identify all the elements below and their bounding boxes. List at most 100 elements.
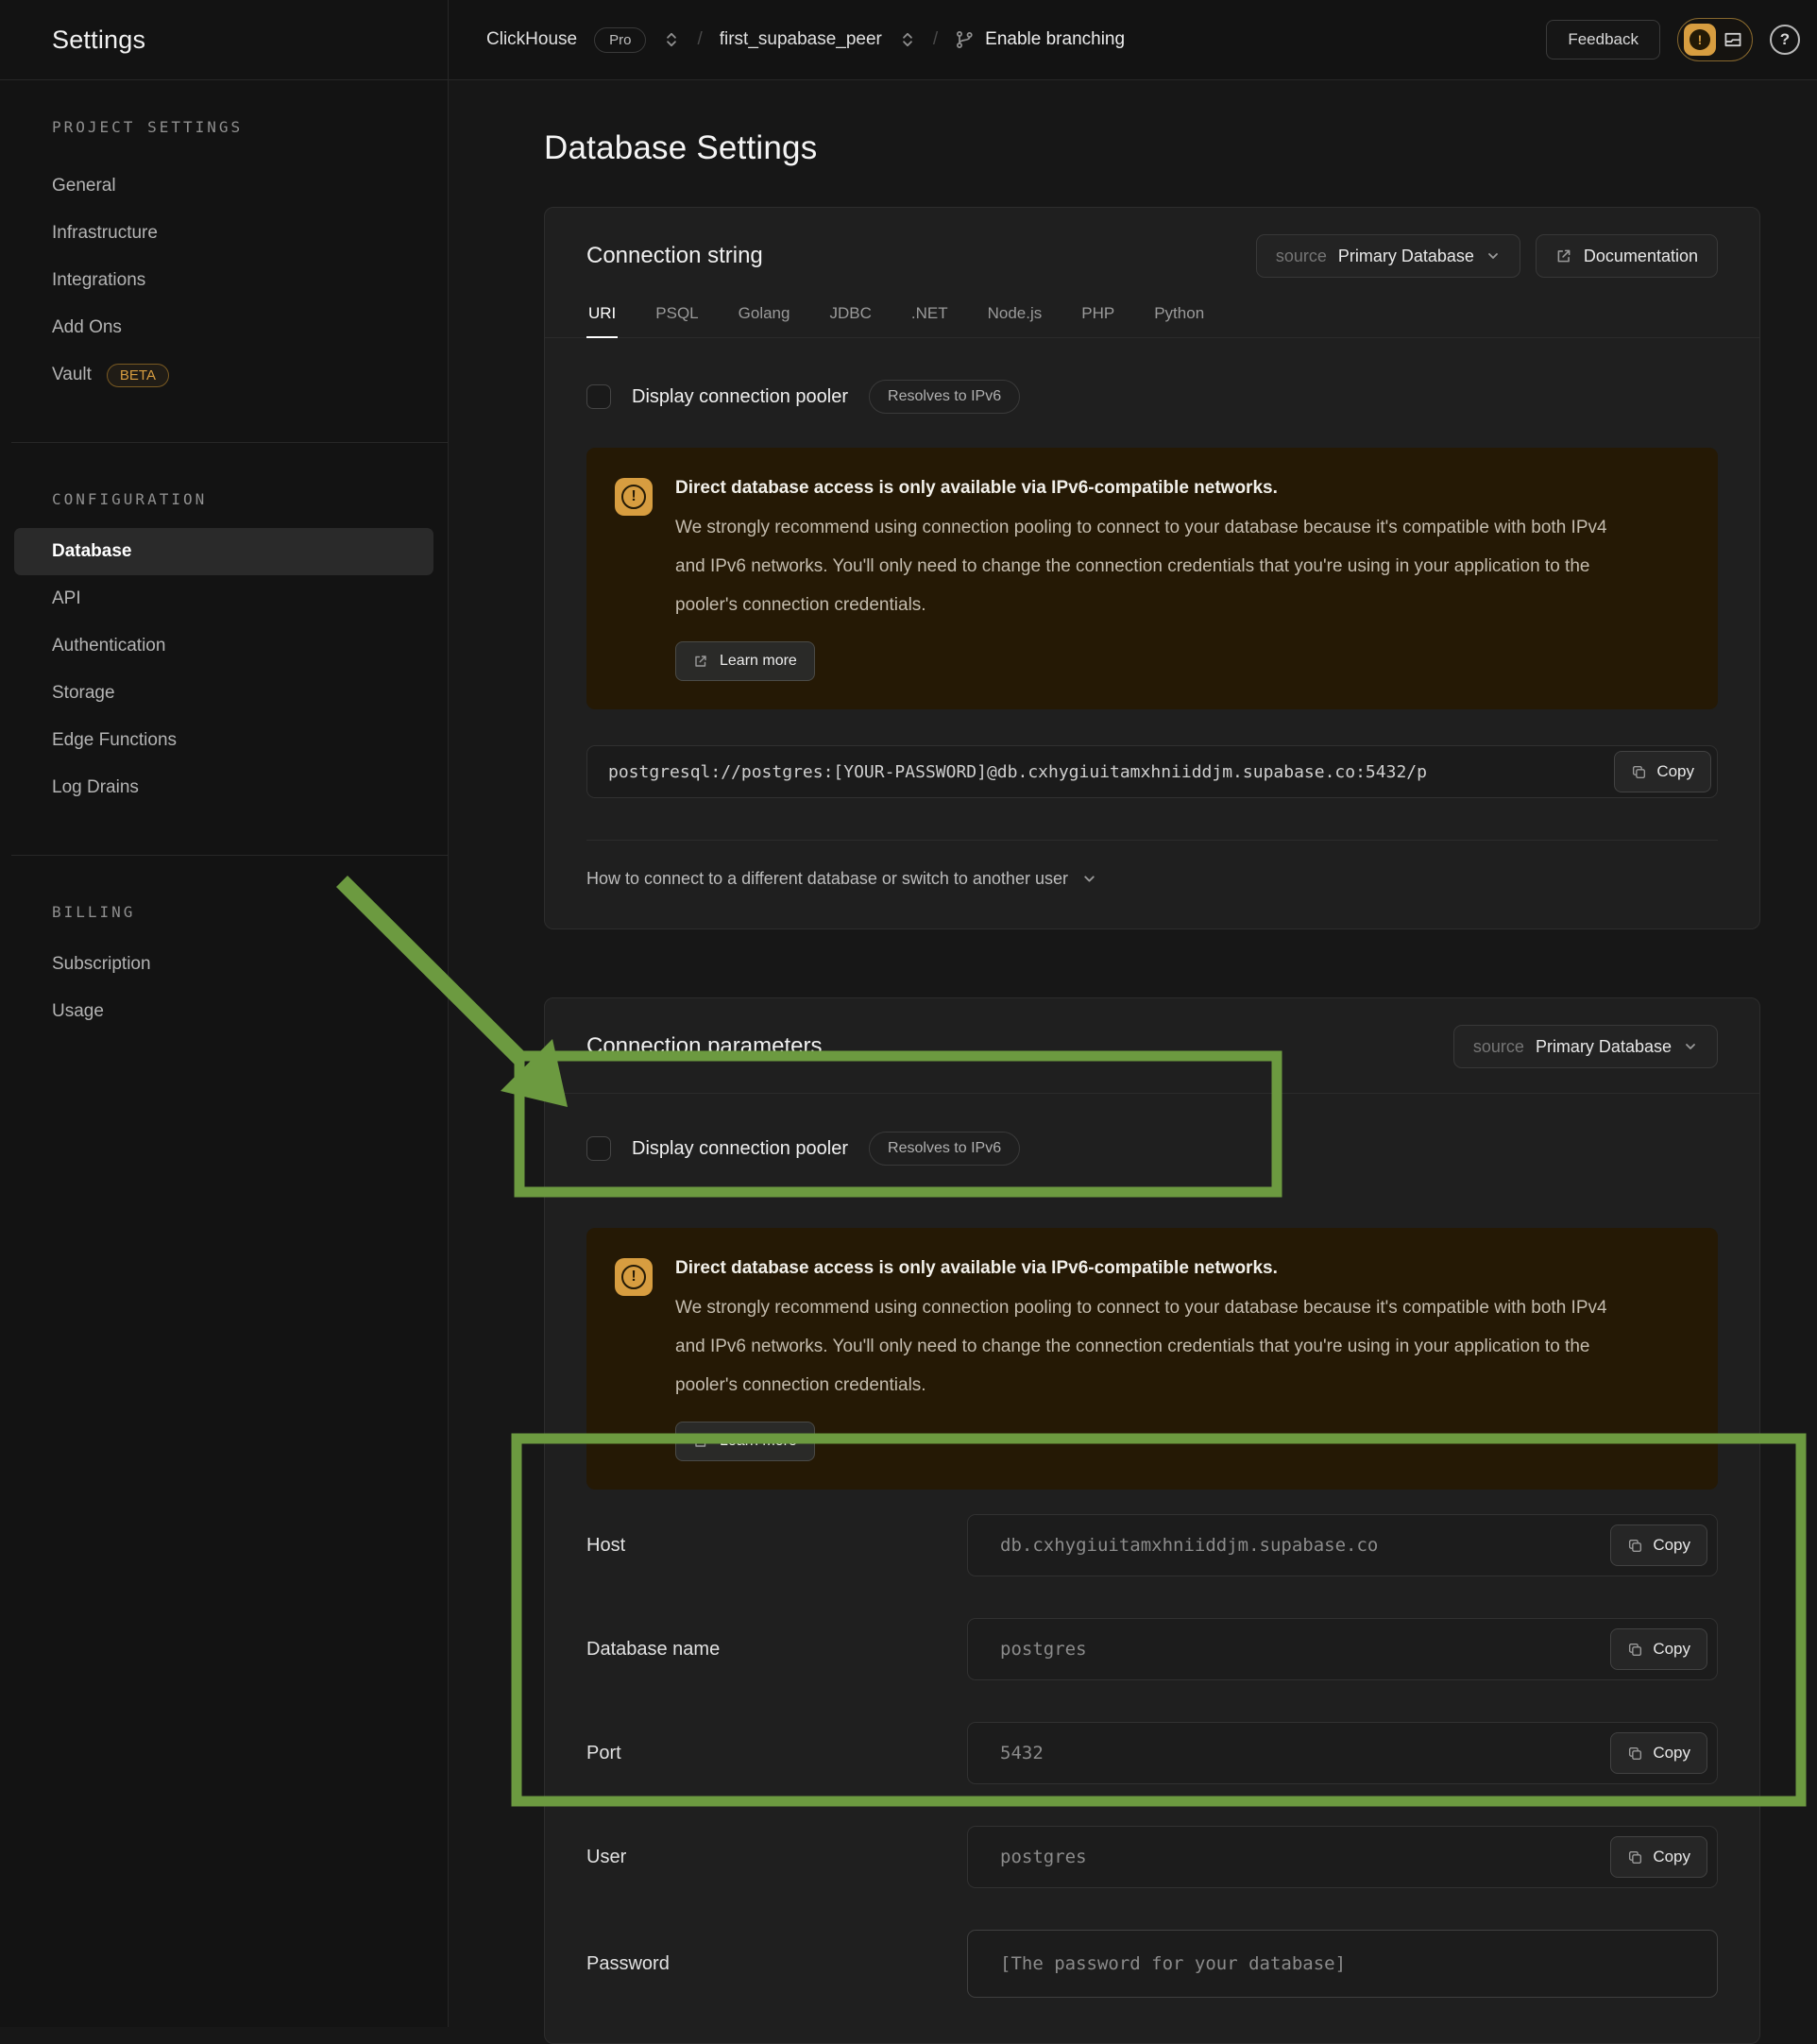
copy-icon <box>1627 1746 1643 1762</box>
alert-icon: ! <box>1684 24 1716 56</box>
connection-uri-value: postgresql://postgres:[YOUR-PASSWORD]@db… <box>608 762 1614 782</box>
database-name-label: Database name <box>586 1639 967 1661</box>
tab-nodejs[interactable]: Node.js <box>986 298 1044 337</box>
source-select-value-2: Primary Database <box>1536 1037 1672 1057</box>
port-label: Port <box>586 1743 967 1764</box>
copy-database-name-button[interactable]: Copy <box>1610 1628 1707 1670</box>
chevron-down-icon[interactable] <box>1081 871 1097 887</box>
sidebar-item-database[interactable]: Database <box>14 528 433 575</box>
sidebar-item-api[interactable]: API <box>14 575 433 622</box>
port-row: Port 5432 Copy <box>586 1722 1718 1784</box>
top-bar: Settings ClickHouse Pro / first_supabase… <box>0 0 1817 80</box>
source-select[interactable]: source Primary Database <box>1256 234 1520 278</box>
section-project-settings: PROJECT SETTINGS <box>0 118 448 136</box>
project-switcher-icon[interactable] <box>899 31 916 48</box>
warning-body: We strongly recommend using connection p… <box>675 508 1629 624</box>
connection-string-card: Connection string source Primary Databas… <box>544 207 1760 929</box>
warning-title-2: Direct database access is only available… <box>675 1254 1629 1283</box>
warning-title: Direct database access is only available… <box>675 474 1629 502</box>
copy-host-button[interactable]: Copy <box>1610 1524 1707 1566</box>
header-actions: Feedback ! ? <box>1546 18 1817 61</box>
sidebar-item-usage[interactable]: Usage <box>14 988 433 1035</box>
tab-uri[interactable]: URI <box>586 298 618 337</box>
sidebar-divider-2 <box>11 855 448 856</box>
beta-badge: BETA <box>107 364 169 387</box>
tab-golang[interactable]: Golang <box>737 298 792 337</box>
chevron-down-icon <box>1683 1039 1698 1054</box>
sidebar-item-edge-functions[interactable]: Edge Functions <box>14 717 433 764</box>
host-row: Host db.cxhygiuitamxhniiddjm.supabase.co… <box>586 1514 1718 1576</box>
tab-psql[interactable]: PSQL <box>654 298 700 337</box>
copy-uri-button[interactable]: Copy <box>1614 751 1711 792</box>
host-label: Host <box>586 1535 967 1557</box>
user-row: User postgres Copy <box>586 1826 1718 1888</box>
copy-icon <box>1627 1642 1643 1658</box>
settings-title-area: Settings <box>0 0 449 79</box>
external-link-icon <box>693 1434 708 1449</box>
sidebar-item-infrastructure[interactable]: Infrastructure <box>14 210 433 257</box>
help-icon[interactable]: ? <box>1770 25 1800 55</box>
display-pooler-checkbox-2[interactable] <box>586 1136 611 1161</box>
display-pooler-checkbox[interactable] <box>586 384 611 409</box>
user-input[interactable]: postgres Copy <box>967 1826 1718 1888</box>
source-select-value: Primary Database <box>1338 247 1474 266</box>
connection-parameters-title: Connection parameters <box>586 1033 822 1060</box>
switch-database-link[interactable]: How to connect to a different database o… <box>586 869 1068 889</box>
password-input[interactable]: [The password for your database] <box>967 1930 1718 1998</box>
sidebar-item-log-drains[interactable]: Log Drains <box>14 764 433 811</box>
breadcrumb-separator-2: / <box>933 29 938 50</box>
org-switcher-icon[interactable] <box>663 31 680 48</box>
connection-parameters-header: Connection parameters source Primary Dat… <box>545 998 1759 1094</box>
breadcrumb: ClickHouse Pro / first_supabase_peer / E… <box>486 27 1125 53</box>
pooler-row: Display connection pooler Resolves to IP… <box>586 380 1718 414</box>
warning-body-2: We strongly recommend using connection p… <box>675 1288 1629 1405</box>
plan-badge: Pro <box>594 27 646 53</box>
notifications-button[interactable]: ! <box>1677 18 1753 61</box>
password-label: Password <box>586 1953 967 1975</box>
password-row: Password [The password for your database… <box>586 1930 1718 1998</box>
connection-parameters-card: Connection parameters source Primary Dat… <box>544 997 1760 2044</box>
feedback-button[interactable]: Feedback <box>1546 20 1660 60</box>
tab-jdbc[interactable]: JDBC <box>827 298 873 337</box>
breadcrumb-project[interactable]: first_supabase_peer <box>720 29 882 50</box>
chevron-down-icon <box>1486 248 1501 264</box>
pooler-row-2: Display connection pooler Resolves to IP… <box>586 1132 1718 1166</box>
tab-python[interactable]: Python <box>1152 298 1206 337</box>
documentation-button[interactable]: Documentation <box>1536 234 1718 278</box>
tab-php[interactable]: PHP <box>1079 298 1116 337</box>
enable-branching-label: Enable branching <box>985 29 1125 50</box>
breadcrumb-org[interactable]: ClickHouse <box>486 29 577 50</box>
connection-parameter-fields: Host db.cxhygiuitamxhniiddjm.supabase.co… <box>545 1490 1759 2043</box>
sidebar-item-authentication[interactable]: Authentication <box>14 622 433 670</box>
source-select-2[interactable]: source Primary Database <box>1453 1025 1718 1068</box>
warning-alert-icon-2: ! <box>615 1258 653 1296</box>
copy-icon <box>1627 1849 1643 1865</box>
page-heading-settings: Settings <box>52 26 145 55</box>
sidebar-item-vault[interactable]: Vault BETA <box>14 351 433 399</box>
sidebar-divider <box>11 442 448 443</box>
copy-port-button[interactable]: Copy <box>1610 1732 1707 1774</box>
display-pooler-label: Display connection pooler <box>632 386 848 408</box>
settings-sidebar: PROJECT SETTINGS General Infrastructure … <box>0 80 449 2027</box>
user-label: User <box>586 1847 967 1868</box>
sidebar-item-general[interactable]: General <box>14 162 433 210</box>
sidebar-item-add-ons[interactable]: Add Ons <box>14 304 433 351</box>
host-input[interactable]: db.cxhygiuitamxhniiddjm.supabase.co Copy <box>967 1514 1718 1576</box>
port-input[interactable]: 5432 Copy <box>967 1722 1718 1784</box>
sidebar-item-integrations[interactable]: Integrations <box>14 257 433 304</box>
copy-user-button[interactable]: Copy <box>1610 1836 1707 1878</box>
ipv6-warning-panel: ! Direct database access is only availab… <box>586 448 1718 709</box>
tab-dotnet[interactable]: .NET <box>909 298 950 337</box>
database-name-input[interactable]: postgres Copy <box>967 1618 1718 1680</box>
connection-string-footer: How to connect to a different database o… <box>545 841 1759 928</box>
learn-more-button[interactable]: Learn more <box>675 641 815 681</box>
sidebar-item-subscription[interactable]: Subscription <box>14 941 433 988</box>
external-link-icon <box>693 654 708 669</box>
page-title: Database Settings <box>544 129 1817 167</box>
copy-icon <box>1627 1538 1643 1554</box>
section-configuration: CONFIGURATION <box>0 490 448 508</box>
breadcrumb-separator: / <box>697 29 702 50</box>
enable-branching-button[interactable]: Enable branching <box>955 29 1125 50</box>
sidebar-item-storage[interactable]: Storage <box>14 670 433 717</box>
learn-more-button-2[interactable]: Learn more <box>675 1422 815 1461</box>
